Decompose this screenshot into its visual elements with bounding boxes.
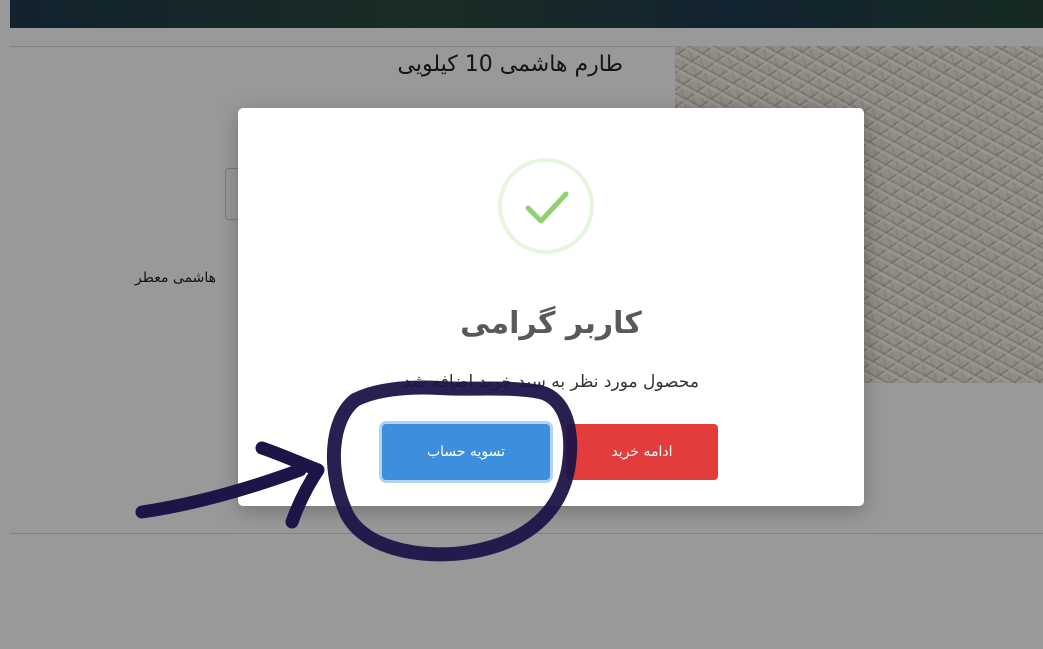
add-to-cart-dialog: کاربر گرامی محصول مورد نظر به سبد خرید ا… [238, 108, 864, 506]
checkout-button[interactable]: تسویه حساب [382, 424, 550, 480]
continue-shopping-button[interactable]: ادامه خرید [566, 424, 718, 480]
dialog-title: کاربر گرامی [460, 306, 642, 341]
check-icon [498, 158, 594, 254]
dialog-message: محصول مورد نظر به سبد خرید اضافه شد [403, 372, 699, 392]
